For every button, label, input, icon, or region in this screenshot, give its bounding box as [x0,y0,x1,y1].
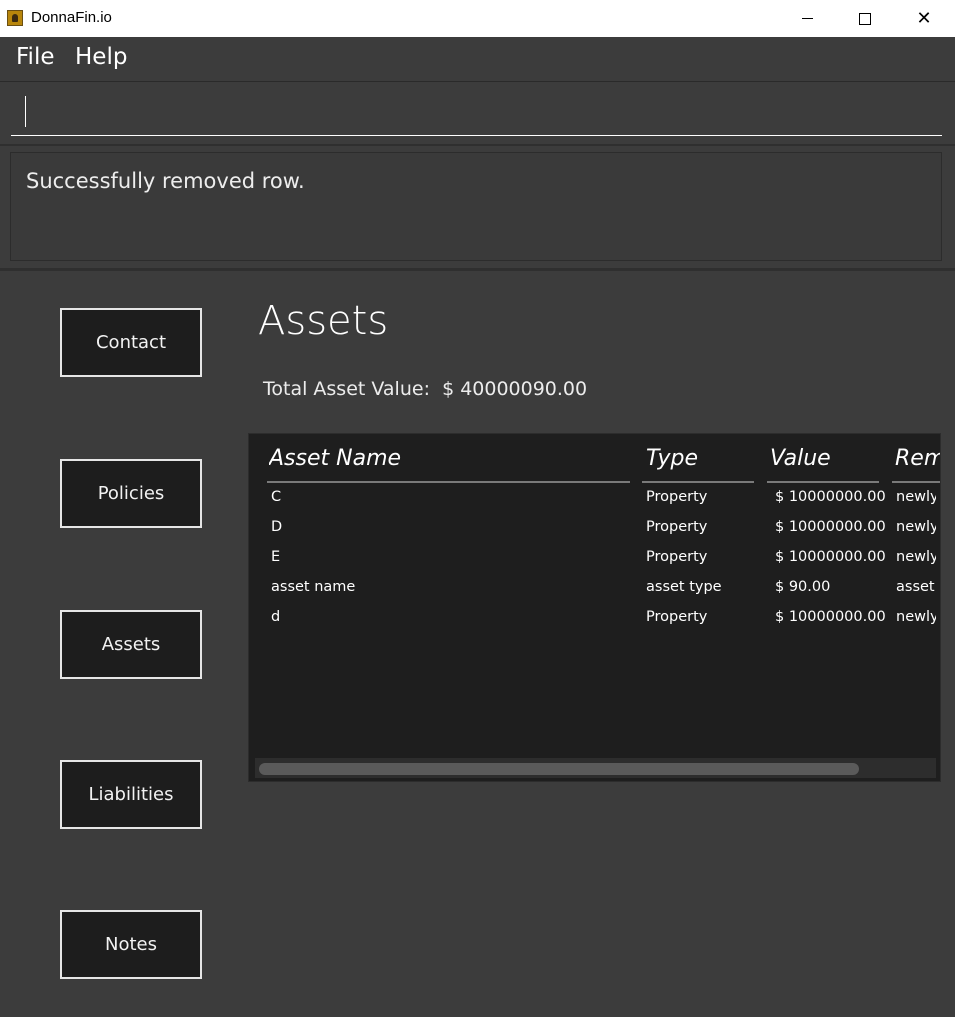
total-asset-value: Total Asset Value: $ 40000090.00 [263,378,587,400]
text-caret [25,96,26,127]
command-input[interactable] [11,90,942,136]
total-value: $ 40000090.00 [442,378,588,400]
minimize-icon [801,18,813,19]
cell-asset-name: E [271,549,281,565]
result-message: Successfully removed row. [26,169,305,193]
cell-remarks: newly [896,609,936,625]
policies-tab-button[interactable]: Policies [60,459,202,528]
menu-help[interactable]: Help [75,44,127,70]
title-bar: DonnaFin.io ✕ [0,0,955,37]
result-box: Successfully removed row. [10,152,942,261]
column-header-remarks[interactable]: Rem [895,446,940,471]
menu-bar: File Help [0,37,955,82]
column-divider [642,481,754,483]
maximize-icon [859,12,871,25]
total-label: Total Asset Value: [263,378,430,400]
cell-value: $ 10000000.00 [775,519,885,535]
command-box [0,82,955,146]
close-icon: ✕ [916,7,932,29]
column-header-asset-name[interactable]: Asset Name [269,446,609,471]
cell-type: Property [646,519,708,535]
notes-tab-button[interactable]: Notes [60,910,202,979]
cell-remarks: asset r [896,579,936,595]
cell-remarks: newly [896,489,936,505]
cell-remarks: newly [896,519,936,535]
window-title: DonnaFin.io [31,9,112,26]
cell-asset-name: D [271,519,283,535]
maximize-button[interactable] [836,0,894,37]
column-divider [767,481,879,483]
cell-type: Property [646,549,708,565]
cell-value: $ 10000000.00 [775,549,885,565]
result-display: Successfully removed row. [0,146,955,271]
liabilities-tab-button[interactable]: Liabilities [60,760,202,829]
cell-type: Property [646,489,708,505]
column-divider [892,481,940,483]
cell-asset-name: asset name [271,579,356,595]
page-title: Assets [258,298,389,344]
close-button[interactable]: ✕ [895,0,953,37]
minimize-button[interactable] [778,0,836,37]
app-icon [7,10,23,26]
cell-value: $ 90.00 [775,579,831,595]
contact-tab-button[interactable]: Contact [60,308,202,377]
cell-value: $ 10000000.00 [775,489,885,505]
column-header-type[interactable]: Type [646,446,746,471]
cell-asset-name: C [271,489,282,505]
cell-asset-name: d [271,609,281,625]
scrollbar-thumb[interactable] [259,763,859,775]
horizontal-scrollbar[interactable] [255,758,936,778]
cell-value: $ 10000000.00 [775,609,885,625]
menu-file[interactable]: File [16,44,55,70]
assets-table[interactable]: Asset Name Type Value Rem C Property $ 1… [248,433,941,782]
column-divider [267,481,630,483]
column-header-value[interactable]: Value [770,446,870,471]
cell-remarks: newly [896,549,936,565]
assets-tab-button[interactable]: Assets [60,610,202,679]
cell-type: Property [646,609,708,625]
cell-type: asset type [646,579,722,595]
